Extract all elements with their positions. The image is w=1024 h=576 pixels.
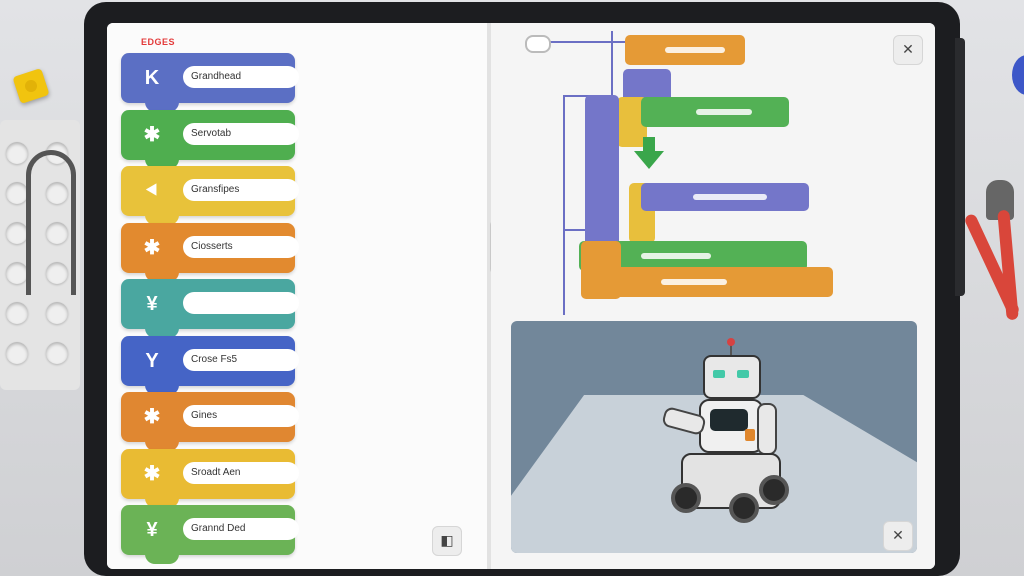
close-icon: ✕: [892, 527, 904, 543]
close-viewport-button[interactable]: ✕: [883, 521, 913, 551]
robot-wheel: [759, 475, 789, 505]
block-label-field[interactable]: Gransfipes: [183, 179, 299, 201]
block-icon: ¥: [146, 293, 158, 315]
block-icon: ✱: [143, 406, 161, 428]
robot-3d-viewport[interactable]: ✕: [511, 321, 917, 553]
block-label-field[interactable]: Crose Fs5: [183, 348, 299, 371]
block-icon: K: [144, 67, 160, 89]
robot-wheel: [729, 493, 759, 523]
palette-block[interactable]: ⯇ Gransfipes: [121, 166, 299, 225]
block-label-field[interactable]: Grandhead: [183, 66, 299, 88]
palette-block[interactable]: ✱ Servotab: [121, 109, 299, 169]
block-label-field[interactable]: Sroadt Aen: [183, 461, 299, 484]
pliers-tool: [26, 150, 76, 295]
palette-block[interactable]: ✱ Ciosserts: [121, 222, 299, 282]
palette-block[interactable]: ✱ Gines: [121, 392, 299, 451]
block-palette: EDGES K Grandhead ✱ Servotab ⯇ Gransfipes ✱ Cio…: [107, 23, 487, 569]
pliers-tool-red: [963, 180, 1024, 321]
connector-line: [563, 95, 565, 315]
block-icon: ✱: [143, 123, 161, 146]
connector-line: [563, 229, 585, 231]
palette-block[interactable]: ¥ Grannd Ded: [121, 505, 299, 564]
palette-block[interactable]: ¥: [121, 279, 299, 338]
block-label-field[interactable]: [183, 292, 299, 314]
panel-toggle-button[interactable]: ◧: [432, 526, 462, 556]
block-icon: ⯇: [144, 180, 160, 202]
panel-toggle-icon: ◧: [440, 532, 454, 548]
tablet-side-button: [955, 38, 965, 296]
robot-antenna: [727, 338, 735, 346]
block-label-field[interactable]: Gines: [183, 405, 299, 427]
flow-arrow-head: [634, 151, 664, 169]
close-button[interactable]: ✕: [893, 35, 923, 65]
robot-wheel: [671, 483, 701, 513]
block-label-field[interactable]: Grannd Ded: [183, 518, 299, 540]
robot-head: [703, 355, 761, 399]
block-label-field[interactable]: Ciosserts: [183, 235, 299, 258]
code-block-cap[interactable]: [581, 241, 621, 299]
block-icon: ¥: [146, 519, 158, 541]
robot-model: [641, 333, 791, 543]
palette-tag: EDGES: [141, 37, 176, 47]
tablet-screen: EDGES K Grandhead ✱ Servotab ⯇ Gransfipes ✱ Cio…: [107, 23, 935, 569]
block-label-field[interactable]: Servotab: [183, 122, 299, 145]
robot-body: [699, 399, 763, 453]
palette-block[interactable]: K Grandhead: [121, 53, 299, 112]
palette-block[interactable]: ✱ Sroadt Aen: [121, 448, 299, 508]
block-icon: Y: [145, 349, 159, 372]
close-icon: ✕: [902, 41, 914, 57]
block-icon: ✱: [143, 462, 161, 485]
palette-block[interactable]: Y Crose Fs5: [121, 335, 299, 395]
robot-arm-right: [757, 403, 777, 455]
loop-block[interactable]: [585, 95, 619, 251]
code-block[interactable]: [641, 97, 789, 127]
code-workspace: ✕ ✕: [491, 23, 935, 569]
code-block[interactable]: [641, 183, 809, 211]
cloud-icon: [525, 35, 551, 53]
code-block[interactable]: [625, 35, 745, 65]
block-icon: ✱: [143, 236, 161, 259]
